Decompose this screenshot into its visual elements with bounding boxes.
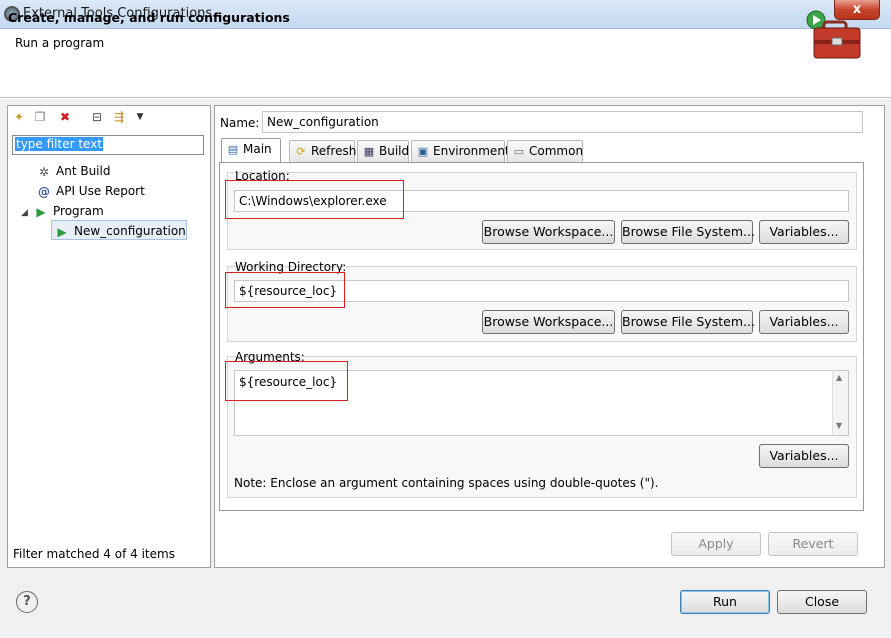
toolbox-icon [806, 10, 861, 59]
tab-build[interactable]: ▦ Build [357, 140, 409, 162]
variables-button[interactable]: Variables... [759, 444, 849, 468]
help-icon[interactable]: ? [16, 591, 38, 613]
main-tab-icon: ▤ [227, 142, 239, 156]
arguments-note: Note: Enclose an argument containing spa… [234, 476, 659, 490]
tab-label: Environment [433, 144, 510, 158]
program-icon: ▶ [36, 204, 46, 219]
name-label: Name: [220, 116, 260, 130]
tree-item-label: Program [53, 204, 104, 218]
tab-main[interactable]: ▤ Main [221, 138, 281, 163]
tab-label: Refresh [311, 144, 357, 158]
filter-icon[interactable]: ⇶ [110, 108, 128, 126]
tab-environment[interactable]: ▣ Environment [411, 140, 510, 162]
chevron-down-icon[interactable]: ▼ [131, 108, 149, 126]
tab-label: Build [379, 144, 410, 158]
tree-item-label: Ant Build [56, 164, 111, 178]
scroll-down-icon[interactable]: ▼ [836, 421, 842, 430]
filter-status: Filter matched 4 of 4 items [13, 547, 175, 561]
api-report-icon: @ [38, 184, 50, 199]
delete-icon[interactable]: ✖ [56, 108, 74, 126]
tree-item-ant-build[interactable]: ✲ Ant Build [36, 162, 111, 180]
location-highlight-box [225, 180, 404, 219]
chevron-down-icon[interactable]: ◢ [21, 204, 33, 222]
dialog-header [0, 30, 891, 98]
run-button[interactable]: Run [680, 590, 770, 614]
tab-refresh[interactable]: ⟳ Refresh [289, 140, 357, 162]
tab-common[interactable]: ▭ Common [507, 140, 583, 162]
tree-item-new-configuration[interactable]: ▶ New_configuration [54, 222, 186, 240]
environment-icon: ▣ [417, 144, 429, 158]
browse-workspace-button[interactable]: Browse Workspace... [482, 220, 615, 244]
browse-file-system-button[interactable]: Browse File System... [621, 220, 755, 244]
name-field[interactable]: New_configuration [262, 111, 863, 133]
arguments-scrollbar[interactable]: ▲ ▼ [832, 371, 848, 435]
scroll-up-icon[interactable]: ▲ [836, 373, 842, 382]
ant-icon: ✲ [38, 164, 50, 179]
revert-button[interactable]: Revert [768, 532, 858, 556]
browse-workspace-button[interactable]: Browse Workspace... [482, 310, 615, 334]
tree-item-label: API Use Report [56, 184, 145, 198]
tree-item-api-use-report[interactable]: @ API Use Report [36, 182, 145, 200]
tab-label: Common [529, 144, 584, 158]
filter-input[interactable]: type filter text [12, 135, 204, 155]
working-directory-highlight-box [225, 272, 345, 308]
variables-button[interactable]: Variables... [759, 220, 849, 244]
collapse-all-icon[interactable]: ⊟ [88, 108, 106, 126]
browse-file-system-button[interactable]: Browse File System... [621, 310, 755, 334]
dialog-title: Create, manage, and run configurations [8, 10, 290, 25]
new-config-icon[interactable]: ✦ [10, 108, 28, 126]
arguments-highlight-box [225, 361, 348, 401]
apply-button[interactable]: Apply [671, 532, 761, 556]
tree-item-label: New_configuration [74, 224, 186, 238]
refresh-icon: ⟳ [296, 144, 306, 158]
common-icon: ▭ [513, 144, 525, 158]
variables-button[interactable]: Variables... [759, 310, 849, 334]
close-button[interactable]: Close [777, 590, 867, 614]
dialog-subtitle: Run a program [15, 36, 105, 50]
tab-label: Main [243, 142, 272, 156]
tree-item-program[interactable]: ◢ ▶ Program [21, 202, 104, 220]
filter-input-text: type filter text [15, 137, 104, 151]
build-icon: ▦ [363, 144, 375, 158]
duplicate-icon[interactable]: ❐ [31, 108, 49, 126]
program-config-icon: ▶ [57, 224, 67, 239]
